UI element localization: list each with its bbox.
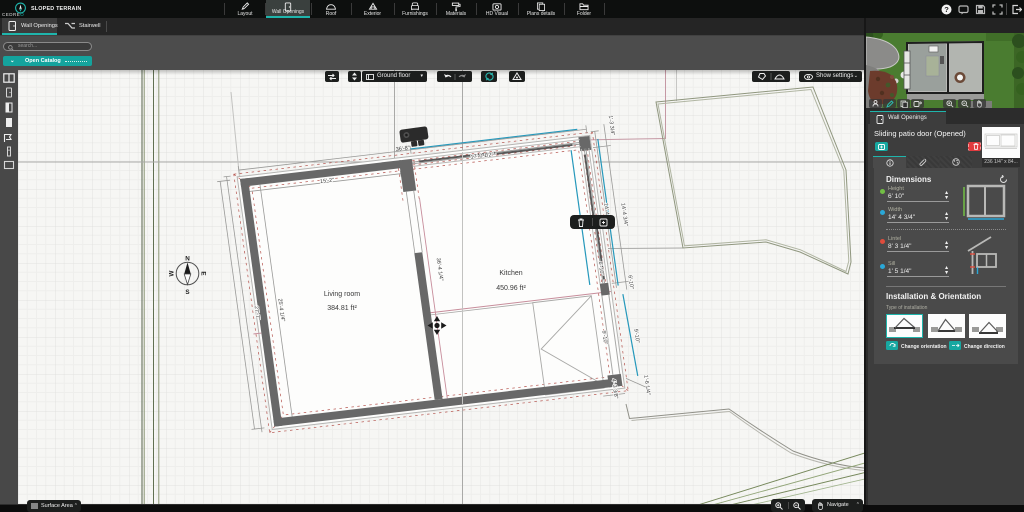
svg-text:Kitchen: Kitchen: [499, 270, 522, 277]
svg-text:N: N: [185, 256, 190, 263]
svg-text:S: S: [185, 289, 189, 296]
svg-text:384.81 ft²: 384.81 ft²: [327, 305, 357, 312]
svg-text:450.96 ft²: 450.96 ft²: [496, 285, 526, 292]
svg-text:?: ?: [944, 5, 949, 14]
svg-text:Living room: Living room: [324, 291, 360, 298]
svg-text:E: E: [199, 271, 206, 275]
svg-text:W: W: [169, 270, 176, 276]
